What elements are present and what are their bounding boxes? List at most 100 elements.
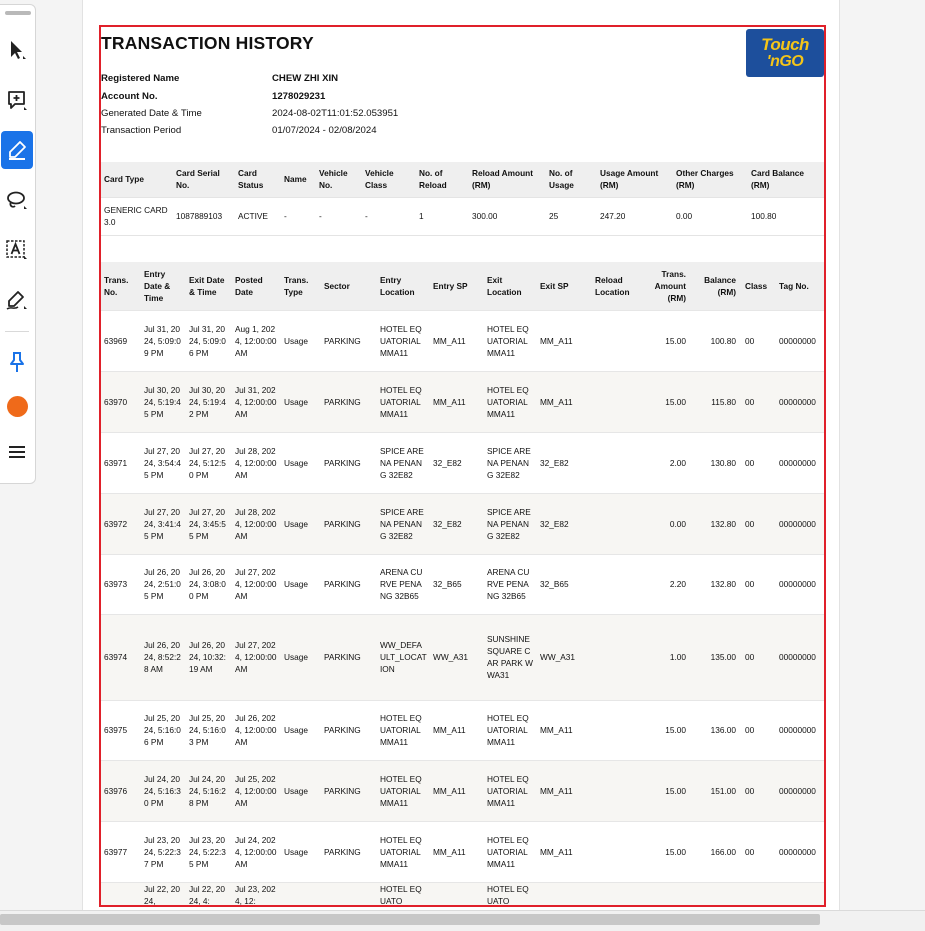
text-box-icon	[6, 240, 27, 259]
lasso-tool-button[interactable]	[1, 181, 33, 219]
table-cell	[281, 882, 321, 905]
table-cell: Aug 1, 2024, 12:00:00 AM	[235, 323, 277, 358]
sign-tool-button[interactable]	[1, 281, 33, 319]
table-cell: HOTEL EQUATORIAL MMA11	[487, 384, 529, 419]
table-cell: HOTEL EQUATORIAL MMA11	[380, 384, 422, 419]
table-cell: HOTEL EQUATO	[380, 883, 422, 906]
add-comment-button[interactable]	[1, 81, 33, 119]
table-cell: 63975	[104, 725, 128, 735]
more-options-button[interactable]	[1, 433, 33, 471]
column-header: Reload Amount (RM)	[472, 168, 533, 191]
table-cell: 63973	[104, 579, 128, 589]
table-cell: Usage	[284, 335, 308, 346]
card-summary-table: Card Type Card Serial No. Card Status Name V…	[101, 162, 824, 236]
column-header: Class	[745, 280, 768, 291]
table-cell: 115.80	[711, 396, 736, 407]
table-cell: PARKING	[324, 457, 361, 468]
table-cell: 00	[745, 457, 755, 468]
column-header: Name	[284, 174, 307, 185]
table-cell: Jul 28, 2024, 12:00:00 AM	[235, 506, 277, 541]
table-cell: 100.80	[751, 211, 777, 221]
horizontal-scrollbar[interactable]	[0, 910, 925, 931]
table-cell: MM_A11	[433, 335, 466, 346]
table-cell	[592, 760, 645, 821]
column-header: Entry Location	[380, 274, 415, 297]
logo-text-line1: Touch	[761, 35, 809, 54]
table-cell: ARENA CURVE PENANG 32B65	[380, 567, 423, 601]
column-header: Trans. Type	[284, 274, 309, 297]
table-row[interactable]: 63975 Jul 25, 2024, 5:16:06 PM Jul 25, 202…	[101, 700, 824, 760]
table-cell: Jul 27, 2024, 3:41:45 PM	[144, 506, 181, 541]
column-header: Posted Date	[235, 274, 263, 297]
table-cell	[321, 882, 377, 905]
table-cell: HOTEL EQUATO	[487, 883, 529, 906]
column-header: Exit Location	[487, 274, 522, 297]
document-title: TRANSACTION HISTORY	[101, 33, 314, 53]
table-cell: Usage	[284, 518, 308, 529]
card-table-header: Card Type Card Serial No. Card Status Name V…	[101, 162, 824, 197]
table-cell: 151.00	[710, 785, 736, 796]
table-cell: 00	[745, 518, 755, 529]
table-cell: Jul 27, 2024, 12:00:00 AM	[235, 640, 277, 674]
column-header: Card Status	[238, 168, 264, 191]
table-row[interactable]: 63971 Jul 27, 2024, 3:54:45 PM Jul 27, 202…	[101, 432, 824, 493]
table-cell: PARKING	[324, 846, 361, 857]
table-cell: HOTEL EQUATORIAL MMA11	[487, 773, 529, 808]
table-row[interactable]: 63972 Jul 27, 2024, 3:41:45 PM Jul 27, 202…	[101, 493, 824, 554]
table-cell: SUNSHINE SQUARE CAR PARK WWA31	[487, 634, 533, 680]
table-cell	[592, 882, 645, 905]
table-cell: 00000000	[779, 652, 816, 662]
logo-text-line2: 'nGO	[766, 53, 804, 70]
table-cell: Usage	[284, 725, 308, 735]
scrollbar-thumb[interactable]	[0, 914, 820, 925]
highlight-tool-button[interactable]	[1, 131, 33, 169]
table-cell: MM_A11	[540, 846, 573, 857]
table-cell: 00000000	[779, 579, 816, 589]
highlight-selection-area[interactable]: TRANSACTION HISTORY Touch 'nGO Registere…	[99, 25, 826, 907]
text-box-tool-button[interactable]	[1, 231, 33, 269]
table-cell: HOTEL EQUATORIAL MMA11	[380, 713, 422, 747]
table-row[interactable]: 63974 Jul 26, 2024, 8:52:28 AM Jul 26, 202…	[101, 614, 824, 700]
table-cell: Jul 27, 2024, 3:45:55 PM	[189, 506, 226, 541]
table-cell: Jul 22, 2024,	[144, 883, 180, 906]
column-header: Vehicle Class	[365, 168, 394, 191]
table-cell	[592, 371, 645, 432]
table-cell: 00000000	[779, 518, 816, 529]
table-cell: 130.80	[710, 457, 736, 468]
table-cell: 15.00	[665, 785, 686, 796]
table-cell	[592, 821, 645, 882]
select-tool-button[interactable]	[1, 31, 33, 69]
table-cell: Usage	[284, 785, 308, 796]
table-row[interactable]: 63976 Jul 24, 2024, 5:16:30 PM Jul 24, 202…	[101, 760, 824, 821]
table-row[interactable]: 63970 Jul 30, 2024, 5:19:45 PM Jul 30, 202…	[101, 371, 824, 432]
table-cell: 63972	[104, 518, 128, 529]
table-cell	[592, 554, 645, 614]
table-cell: Jul 24, 2024, 12:00:00 AM	[235, 834, 277, 869]
table-cell: Jul 31, 2024, 5:09:06 PM	[189, 323, 226, 358]
column-header: Card Serial No.	[176, 168, 220, 191]
table-row[interactable]: Jul 22, 2024, Jul 22, 2024, 4: Jul 23, 202…	[101, 882, 824, 906]
transaction-table-body: 63969 Jul 31, 2024, 5:09:09 PM Jul 31, 202…	[101, 310, 824, 906]
pin-toolbar-button[interactable]	[1, 343, 33, 381]
column-header: Entry Date & Time	[144, 268, 171, 303]
table-cell: 00	[745, 725, 755, 735]
table-cell: 0.00	[676, 211, 693, 221]
table-row[interactable]: 63973 Jul 26, 2024, 2:51:05 PM Jul 26, 202…	[101, 554, 824, 614]
table-cell: 00	[745, 652, 755, 662]
table-cell: MM_A11	[540, 725, 573, 735]
toolbar-drag-handle[interactable]	[5, 11, 31, 15]
table-cell: Jul 26, 2024, 8:52:28 AM	[144, 640, 181, 674]
column-header: Vehicle No.	[319, 168, 348, 191]
table-row[interactable]: 63969 Jul 31, 2024, 5:09:09 PM Jul 31, 202…	[101, 310, 824, 371]
info-label: Transaction Period	[101, 125, 182, 136]
table-cell: 1087889103	[176, 211, 223, 221]
color-swatch-icon[interactable]	[7, 396, 28, 417]
table-cell: PARKING	[324, 579, 361, 589]
table-cell: MM_A11	[540, 396, 573, 407]
table-cell: PARKING	[324, 652, 361, 662]
toolbar-divider	[5, 331, 29, 332]
table-row[interactable]: 63977 Jul 23, 2024, 5:22:37 PM Jul 23, 202…	[101, 821, 824, 882]
table-cell: PARKING	[324, 725, 361, 735]
table-cell: Jul 22, 2024, 4:	[189, 883, 225, 906]
sign-pen-icon	[6, 291, 27, 310]
